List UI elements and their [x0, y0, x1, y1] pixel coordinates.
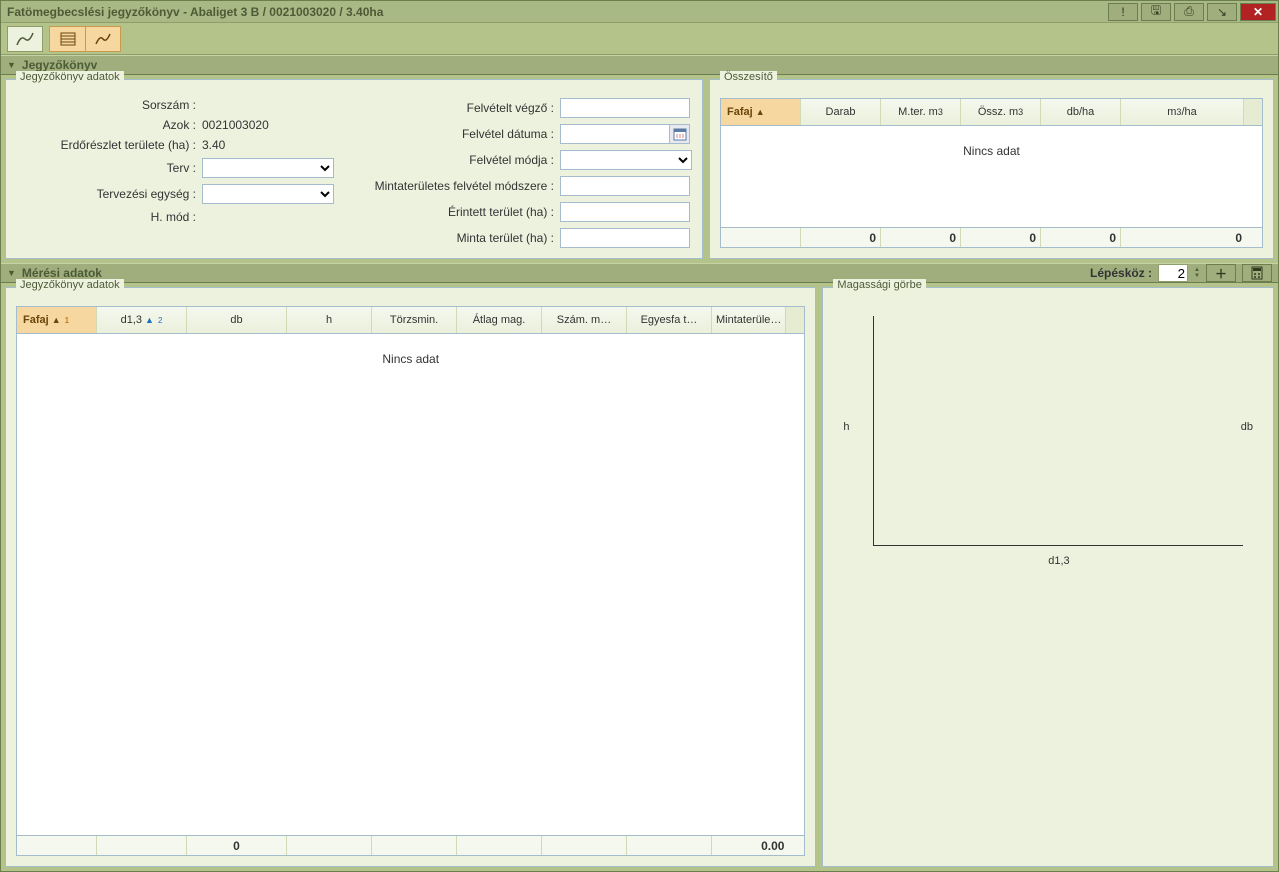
- toolbar: [1, 23, 1278, 55]
- osszesito-legend: Összesítő: [720, 71, 777, 83]
- label-erdo-terulet: Erdőrészlet területe (ha) :: [16, 138, 196, 152]
- jegyzokonyv-adatok-fieldset: Jegyzőkönyv adatok Sorszám : Azok : 0021…: [5, 79, 703, 259]
- foot-mter: 0: [881, 228, 961, 247]
- value-azok: 0021003020: [202, 118, 269, 132]
- close-button[interactable]: ✕: [1240, 3, 1276, 21]
- col-atlag-mag[interactable]: Átlag mag.: [457, 307, 542, 333]
- meresi-section-header[interactable]: ▼ Mérési adatok Lépésköz : ▲▼ ＋: [1, 263, 1278, 283]
- scroll-spacer: [786, 307, 804, 333]
- col-mter[interactable]: M.ter. m3: [881, 99, 961, 125]
- col-fafaj[interactable]: Fafaj▲: [721, 99, 801, 125]
- col-egyesfa[interactable]: Egyesfa t…: [627, 307, 712, 333]
- felvetel-datuma-input[interactable]: [560, 124, 670, 144]
- label-felvetel-modja: Felvétel módja :: [374, 153, 554, 167]
- print-button[interactable]: ⎙: [1174, 3, 1204, 21]
- label-sorszam: Sorszám :: [16, 98, 196, 112]
- mintateruletes-input[interactable]: [560, 176, 690, 196]
- jegyzokonyv-panel: Jegyzőkönyv adatok Sorszám : Azok : 0021…: [1, 75, 1278, 263]
- felvetelt-vegzo-input[interactable]: [560, 98, 690, 118]
- meresi-tools: Lépésköz : ▲▼ ＋: [1090, 264, 1272, 282]
- label-erintett-terulet: Érintett terület (ha) :: [374, 205, 554, 219]
- meresi-panel: Jegyzőkönyv adatok Fafaj▲1 d1,3▲2 db h T…: [1, 283, 1278, 871]
- lepeskoz-label: Lépésköz :: [1090, 266, 1152, 280]
- value-erdo-terulet: 3.40: [202, 138, 225, 152]
- height-curve-chart: h db d1,3: [833, 306, 1263, 566]
- foot-dbha: 0: [1041, 228, 1121, 247]
- osszesito-grid-foot: 0 0 0 0 0: [721, 227, 1262, 247]
- foot-ossz: 0: [961, 228, 1041, 247]
- foot-db: 0: [187, 836, 287, 855]
- osszesito-fieldset: Összesítő Fafaj▲ Darab M.ter. m3 Össz. m…: [709, 79, 1274, 259]
- label-azok: Azok :: [16, 118, 196, 132]
- window: Fatömegbecslési jegyzőkönyv - Abaliget 3…: [0, 0, 1279, 872]
- label-terv: Terv :: [16, 161, 196, 175]
- col-db[interactable]: db: [187, 307, 287, 333]
- save-button[interactable]: 🖫: [1141, 3, 1171, 21]
- meresi-legend: Jegyzőkönyv adatok: [16, 279, 124, 291]
- info-button[interactable]: !: [1108, 3, 1138, 21]
- minta-terulet-input[interactable]: [560, 228, 690, 248]
- lepeskoz-stepper-icon[interactable]: ▲▼: [1194, 267, 1200, 279]
- scroll-spacer: [1244, 99, 1262, 125]
- foot-darab: 0: [801, 228, 881, 247]
- chart-axes: d1,3: [873, 316, 1243, 546]
- chevron-down-icon: ▼: [7, 60, 16, 70]
- felvetel-modja-select[interactable]: [560, 150, 692, 170]
- col-mintaterule[interactable]: Mintaterüle…: [712, 307, 786, 333]
- add-row-button[interactable]: ＋: [1206, 264, 1236, 282]
- y-axis-label: h: [843, 421, 849, 433]
- col-m3ha[interactable]: m3/ha: [1121, 99, 1244, 125]
- meresi-empty: Nincs adat: [17, 334, 804, 835]
- label-terv-egyseg: Tervezési egység :: [16, 187, 196, 201]
- col-dbha[interactable]: db/ha: [1041, 99, 1121, 125]
- section-title: Jegyzőkönyv: [22, 58, 97, 72]
- terv-egyseg-select[interactable]: [202, 184, 334, 204]
- gorbe-legend: Magassági görbe: [833, 279, 925, 291]
- label-hmod: H. mód :: [16, 210, 196, 224]
- col-szam-m[interactable]: Szám. m…: [542, 307, 627, 333]
- label-felvetelt-vegzo: Felvételt végző :: [374, 101, 554, 115]
- label-minta-terulet: Minta terület (ha) :: [374, 231, 554, 245]
- col-torzsmin[interactable]: Törzsmin.: [372, 307, 457, 333]
- window-title: Fatömegbecslési jegyzőkönyv - Abaliget 3…: [1, 5, 383, 19]
- fieldset-legend: Jegyzőkönyv adatok: [16, 71, 124, 83]
- titlebar-buttons: ! 🖫 ⎙ ↘ ✕: [1108, 3, 1278, 21]
- curve-view-button[interactable]: [85, 26, 121, 52]
- col-fafaj[interactable]: Fafaj▲1: [17, 307, 97, 333]
- col-d13[interactable]: d1,3▲2: [97, 307, 187, 333]
- terv-select[interactable]: [202, 158, 334, 178]
- calendar-icon[interactable]: [670, 124, 690, 144]
- meresi-adatok-fieldset: Jegyzőkönyv adatok Fafaj▲1 d1,3▲2 db h T…: [5, 287, 816, 867]
- erintett-terulet-input[interactable]: [560, 202, 690, 222]
- foot-minta: 0.00: [712, 836, 804, 855]
- titlebar: Fatömegbecslési jegyzőkönyv - Abaliget 3…: [1, 1, 1278, 23]
- export-button[interactable]: ↘: [1207, 3, 1237, 21]
- calculator-button[interactable]: [1242, 264, 1272, 282]
- osszesito-grid-head: Fafaj▲ Darab M.ter. m3 Össz. m3 db/ha m3…: [721, 99, 1262, 126]
- col-darab[interactable]: Darab: [801, 99, 881, 125]
- label-felvetel-datuma: Felvétel dátuma :: [374, 127, 554, 141]
- gorbe-fieldset: Magassági görbe h db d1,3: [822, 287, 1274, 867]
- label-mintateruletes: Mintaterületes felvétel módszere :: [374, 179, 554, 193]
- chevron-down-icon: ▼: [7, 268, 16, 278]
- meresi-grid: Fafaj▲1 d1,3▲2 db h Törzsmin. Átlag mag.…: [16, 306, 805, 856]
- meresi-grid-foot: 0 0.00: [17, 835, 804, 855]
- grid-view-button[interactable]: [49, 26, 85, 52]
- meresi-grid-head: Fafaj▲1 d1,3▲2 db h Törzsmin. Átlag mag.…: [17, 307, 804, 334]
- col-h[interactable]: h: [287, 307, 372, 333]
- section-title: Mérési adatok: [22, 266, 102, 280]
- jegyzokonyv-section-header[interactable]: ▼ Jegyzőkönyv: [1, 55, 1278, 75]
- col-ossz[interactable]: Össz. m3: [961, 99, 1041, 125]
- osszesito-grid: Fafaj▲ Darab M.ter. m3 Össz. m3 db/ha m3…: [720, 98, 1263, 248]
- lepeskoz-input[interactable]: [1158, 264, 1188, 282]
- osszesito-empty: Nincs adat: [721, 126, 1262, 227]
- x-axis-label: d1,3: [874, 555, 1243, 567]
- curve-tool-button[interactable]: [7, 26, 43, 52]
- foot-m3ha: 0: [1121, 228, 1262, 247]
